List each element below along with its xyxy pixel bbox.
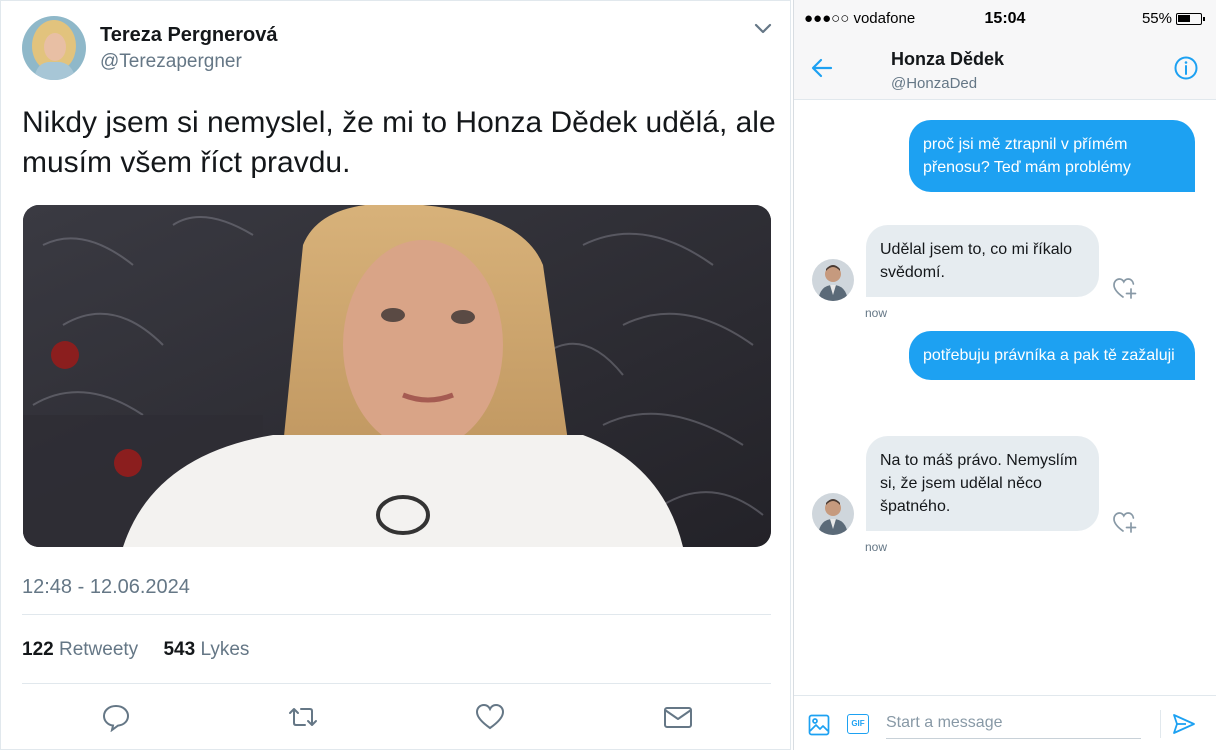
retweet-icon[interactable]: [288, 702, 318, 732]
incoming-message[interactable]: Udělal jsem to, co mi říkalo svědomí.: [866, 225, 1099, 297]
info-icon[interactable]: [1174, 56, 1198, 80]
incoming-message[interactable]: Na to máš právo. Nemyslím si, že jsem ud…: [866, 436, 1099, 531]
author-avatar[interactable]: [22, 16, 86, 80]
author-name[interactable]: Tereza Pergnerová: [100, 24, 278, 47]
tweet-text: Nikdy jsem si nemyslel, že mi to Honza D…: [22, 106, 776, 179]
message-time: now: [865, 540, 888, 554]
divider: [22, 614, 771, 615]
like-message-icon[interactable]: [1112, 276, 1138, 300]
divider: [1160, 710, 1161, 738]
contact-avatar[interactable]: [812, 259, 854, 301]
send-icon[interactable]: [1172, 713, 1196, 735]
contact-avatar[interactable]: [812, 493, 854, 535]
tweet-timestamp[interactable]: 12:48 - 12.06.2024: [22, 576, 190, 599]
reply-icon[interactable]: [101, 702, 131, 733]
tweet-card: Tereza Pergnerová @Terezapergner Nikdy j…: [0, 0, 791, 750]
message-time: now: [865, 306, 888, 320]
divider: [22, 683, 771, 684]
like-count: 543: [163, 639, 196, 660]
retweet-count: 122: [22, 639, 54, 660]
dm-header: Honza Dědek @HonzaDed: [794, 36, 1216, 100]
gif-button[interactable]: GIF: [847, 714, 869, 734]
outgoing-message[interactable]: potřebuju právníka a pak tě zažaluji: [909, 331, 1195, 380]
tweet-stats: 122 Retweety 543 Lykes: [22, 639, 249, 661]
dm-screen: ●●●○○ vodafone 15:04 55% Honza Dědek @Ho…: [793, 0, 1216, 750]
outgoing-message[interactable]: proč jsi mě ztrapnil v přímém přenosu? T…: [909, 120, 1195, 192]
battery-icon: [1176, 12, 1205, 25]
chevron-down-icon[interactable]: [753, 20, 773, 36]
tweet-photo[interactable]: [23, 205, 771, 547]
message-icon[interactable]: [663, 702, 693, 732]
battery-indicator: 55%: [1141, 10, 1205, 27]
battery-percent: 55%: [1141, 10, 1172, 27]
back-arrow-icon[interactable]: [810, 56, 834, 80]
like-label[interactable]: Lykes: [200, 639, 249, 660]
message-composer: GIF: [794, 695, 1216, 750]
retweet-label[interactable]: Retweety: [59, 639, 138, 660]
status-bar: ●●●○○ vodafone 15:04 55%: [794, 0, 1216, 36]
author-handle[interactable]: @Terezapergner: [100, 51, 242, 73]
message-input[interactable]: [886, 707, 1141, 739]
like-message-icon[interactable]: [1112, 510, 1138, 534]
conversation-name[interactable]: Honza Dědek: [891, 49, 1004, 70]
like-icon[interactable]: [475, 702, 505, 732]
image-upload-icon[interactable]: [808, 714, 830, 736]
conversation-handle[interactable]: @HonzaDed: [891, 75, 977, 92]
